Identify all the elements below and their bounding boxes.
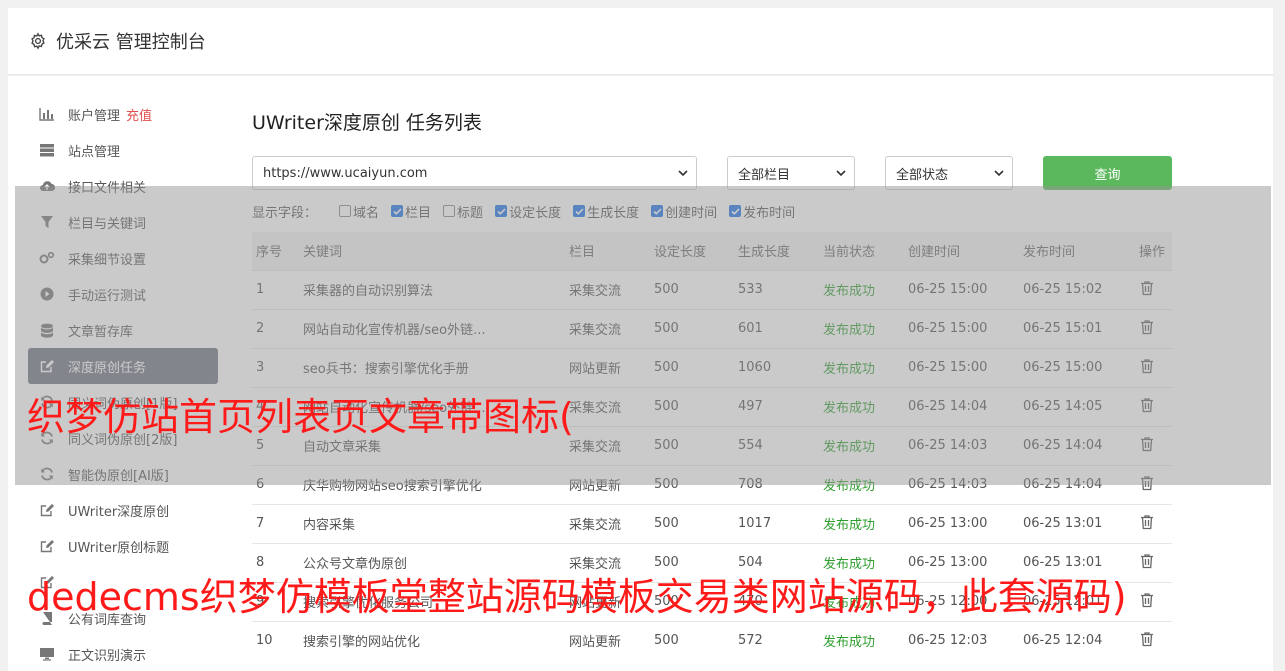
action-cell — [1135, 542, 1172, 582]
query-button[interactable]: 查询 — [1043, 156, 1172, 190]
column-select[interactable]: 全部栏目 — [727, 156, 855, 190]
sidebar-item-1[interactable]: 账户管理 充值 — [28, 96, 218, 132]
sidebar-item-12[interactable]: UWriter深度原创 — [28, 492, 218, 528]
table-cell: 500 — [650, 620, 734, 660]
page-title: UWriter深度原创 任务列表 — [252, 112, 482, 134]
column-select-value: 全部栏目 — [738, 167, 791, 183]
table-cell: 内容采集 — [299, 503, 565, 543]
edit-icon — [38, 538, 56, 554]
trash-icon[interactable] — [1139, 631, 1155, 647]
server-icon — [38, 142, 56, 158]
table-cell: 572 — [734, 620, 819, 660]
action-cell — [1135, 581, 1172, 621]
table-cell: 采集交流 — [565, 503, 650, 543]
table-row: 10 搜索引擎的网站优化 网站更新 500 572 发布成功 06-25 12:03 06-2… — [252, 620, 1172, 660]
table-cell: 10 — [252, 620, 299, 660]
recharge-link[interactable]: 充值 — [126, 105, 152, 124]
table-row: 7 内容采集 采集交流 500 1017 发布成功 06-25 13:00 06-25 13:… — [252, 503, 1172, 543]
sidebar-item-16[interactable]: 正文识别演示 — [28, 636, 218, 671]
status-select-value: 全部状态 — [896, 167, 949, 183]
sidebar-item-label: 站点管理 — [68, 144, 121, 160]
console-title: 优采云 管理控制台 — [56, 32, 206, 53]
table-cell: 06-25 12:03 — [904, 620, 1019, 660]
table-cell: 06-25 13:01 — [1019, 503, 1135, 543]
sidebar-item-label: 正文识别演示 — [68, 648, 147, 664]
table-cell: 搜索引擎的网站优化 — [299, 620, 565, 660]
sidebar-item-13[interactable]: UWriter原创标题 — [28, 528, 218, 564]
table-cell: 7 — [252, 503, 299, 543]
action-cell — [1135, 503, 1172, 543]
site-select[interactable]: https://www.ucaiyun.com — [252, 156, 697, 190]
table-cell: 06-25 12:04 — [1019, 620, 1135, 660]
bar-chart-icon — [38, 106, 56, 122]
sidebar-item-2[interactable]: 站点管理 — [28, 132, 218, 168]
table-cell: 发布成功 — [819, 620, 904, 660]
action-cell — [1135, 620, 1172, 660]
table-cell: 500 — [650, 503, 734, 543]
table-cell: 06-25 13:00 — [904, 503, 1019, 543]
sidebar-item-label: UWriter原创标题 — [68, 540, 170, 556]
chevron-down-icon — [678, 170, 688, 177]
watermark-line-2: dedecms织梦仿模板堂整站源码模板交易类网站源码，此套源码) — [27, 575, 1127, 619]
edit-icon — [38, 502, 56, 518]
table-cell: 发布成功 — [819, 503, 904, 543]
watermark-line-1: 织梦仿站首页列表页文章带图标( — [27, 395, 574, 439]
table-cell: 网站更新 — [565, 620, 650, 660]
trash-icon[interactable] — [1139, 514, 1155, 530]
site-select-value: https://www.ucaiyun.com — [263, 165, 428, 181]
table-cell: 1017 — [734, 503, 819, 543]
sidebar-item-label: UWriter深度原创 — [68, 504, 170, 520]
top-header: 优采云 管理控制台 — [8, 8, 1273, 75]
gear-icon — [28, 31, 48, 51]
monitor-icon — [38, 646, 56, 662]
trash-icon[interactable] — [1139, 553, 1155, 569]
status-select[interactable]: 全部状态 — [885, 156, 1013, 190]
chevron-down-icon — [994, 170, 1004, 177]
trash-icon[interactable] — [1139, 592, 1155, 608]
sidebar-item-label: 账户管理 — [68, 108, 121, 124]
chevron-down-icon — [836, 170, 846, 177]
filter-bar: https://www.ucaiyun.com 全部栏目 全部状态 查询 — [252, 156, 1172, 190]
